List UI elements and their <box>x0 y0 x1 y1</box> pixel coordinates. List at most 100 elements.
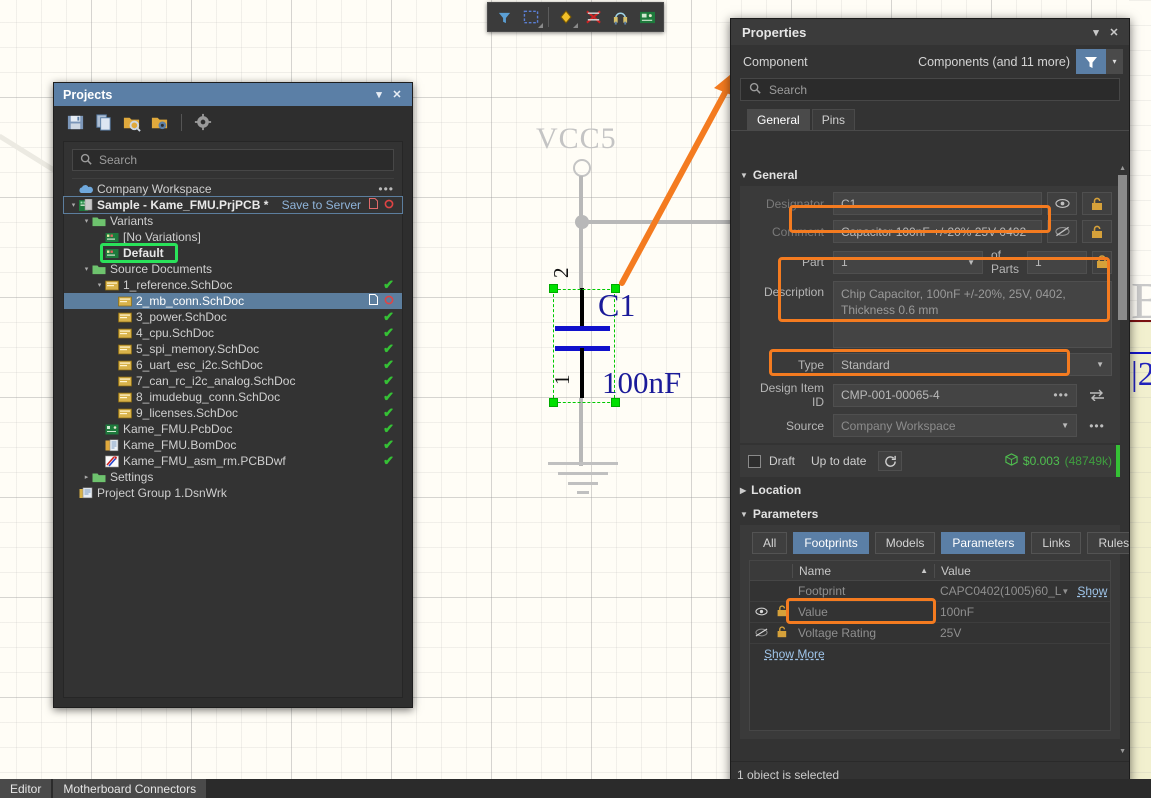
project-options-icon[interactable] <box>150 113 169 132</box>
component-value-label[interactable]: 100nF <box>602 365 681 401</box>
tree-item-project-group-1-dsnwrk[interactable]: Project Group 1.DsnWrk <box>64 485 402 501</box>
comment-field[interactable]: Capacitor 100nF +/-20% 25V 0402 <box>833 220 1042 243</box>
tree-item-default[interactable]: Default <box>64 243 402 263</box>
description-field[interactable]: Chip Capacitor, 100nF +/-20%, 25V, 0402,… <box>833 281 1112 348</box>
scroll-down-arrow-icon[interactable]: ▼ <box>1119 748 1126 755</box>
lock-open-icon[interactable] <box>772 604 792 620</box>
properties-scrollbar-thumb[interactable] <box>1118 175 1127 320</box>
chevron-down-icon[interactable]: ▾ <box>1106 49 1123 74</box>
parameters-section-header[interactable]: ▼ Parameters <box>731 501 1129 525</box>
col-value-header[interactable]: Value <box>934 563 1110 578</box>
tree-item-kame-fmu-pcbdoc[interactable]: Kame_FMU.PcbDoc ✔ <box>64 421 402 437</box>
eye-off-icon[interactable] <box>1047 220 1077 243</box>
floating-mini-toolbar[interactable] <box>487 2 664 32</box>
gear-icon[interactable] <box>194 113 213 132</box>
param-filter-rules[interactable]: Rules <box>1087 532 1129 554</box>
lock-open-icon[interactable] <box>1082 220 1112 243</box>
lock-closed-icon[interactable] <box>1092 250 1112 274</box>
general-section-header[interactable]: ▼ General <box>731 162 1129 186</box>
ellipsis-icon[interactable]: ••• <box>1082 414 1112 437</box>
eye-icon[interactable] <box>1047 192 1077 215</box>
tree-item-7-can-rc-i2c-analog-schdoc[interactable]: 7_can_rc_i2c_analog.SchDoc ✔ <box>64 373 402 389</box>
statusbar-item-motherboard-connectors[interactable]: Motherboard Connectors <box>53 779 207 798</box>
filter-icon[interactable] <box>491 5 517 29</box>
projects-toolbar[interactable] <box>54 106 412 139</box>
tab-pins[interactable]: Pins <box>811 109 856 130</box>
clear-net-icon[interactable] <box>580 5 606 29</box>
component-designator-label[interactable]: C1 <box>598 287 635 324</box>
type-select[interactable]: Standard ▼ <box>833 353 1112 376</box>
chevron-down-icon[interactable]: ▼ <box>1061 587 1069 596</box>
tree-item-kame-fmu-bomdoc[interactable]: Kame_FMU.BomDoc ✔ <box>64 437 402 453</box>
tree-item-sample-kame-fmu-prjpcb[interactable]: ▾ Sample - Kame_FMU.PrjPCB * Save to Serve… <box>63 196 403 214</box>
statusbar-item-editor[interactable]: Editor <box>0 779 52 798</box>
parameter-value-cell[interactable]: CAPC0402(1005)60_L ▼ Show <box>934 584 1115 598</box>
designator-field[interactable]: C1 <box>833 192 1042 215</box>
tree-expand-collapse-icon[interactable]: ▾ <box>81 265 92 273</box>
param-filter-footprints[interactable]: Footprints <box>793 532 869 554</box>
source-select[interactable]: Company Workspace ▼ <box>833 414 1077 437</box>
param-filter-parameters[interactable]: Parameters <box>941 532 1026 554</box>
net-connect-icon[interactable] <box>607 5 633 29</box>
capacitor-c1-symbol[interactable]: VCC5 2 1 C1 100nF <box>490 110 730 510</box>
param-filter-links[interactable]: Links <box>1031 532 1082 554</box>
design-item-id-field[interactable]: CMP-001-00065-4 ••• <box>833 383 1077 407</box>
projects-tree-container[interactable]: Search Company Workspace ••• ▾ Sample - Kam… <box>63 141 403 698</box>
param-filter-all[interactable]: All <box>752 532 788 554</box>
parameter-value-cell[interactable]: 100nF <box>934 605 1110 619</box>
tree-expand-collapse-icon[interactable]: ▾ <box>94 281 105 289</box>
part-select[interactable]: 1 ▼ <box>833 250 983 274</box>
tree-item-kame-fmu-asm-rm-pcbdwf[interactable]: Kame_FMU_asm_rm.PCBDwf ✔ <box>64 453 402 469</box>
tree-item-variants[interactable]: ▾ Variants <box>64 213 402 229</box>
tree-item-settings[interactable]: ▸ Settings <box>64 469 402 485</box>
scroll-up-arrow-icon[interactable]: ▲ <box>1119 165 1126 172</box>
filter-icon[interactable] <box>1076 49 1106 74</box>
location-section-header[interactable]: ▶ Location <box>731 477 1129 501</box>
tree-item-8-imudebug-conn-schdoc[interactable]: 8_imudebug_conn.SchDoc ✔ <box>64 389 402 405</box>
tree-item-3-power-schdoc[interactable]: 3_power.SchDoc ✔ <box>64 309 402 325</box>
parameter-row[interactable]: Voltage Rating 25V <box>750 623 1110 644</box>
selection-handle-bl[interactable] <box>549 398 558 407</box>
show-more-link[interactable]: Show More <box>750 644 825 661</box>
draft-checkbox[interactable] <box>748 454 761 468</box>
chevron-down-icon[interactable]: ▾ <box>1087 23 1105 41</box>
tree-item-source-documents[interactable]: ▾ Source Documents <box>64 261 402 277</box>
tree-item-6-uart-esc-i2c-schdoc[interactable]: 6_uart_esc_i2c.SchDoc ✔ <box>64 357 402 373</box>
lock-open-icon[interactable] <box>772 625 792 641</box>
show-link[interactable]: Show <box>1077 584 1107 598</box>
tree-item-2-mb-conn-schdoc[interactable]: 2_mb_conn.SchDoc <box>64 293 402 309</box>
tree-item-company-workspace[interactable]: Company Workspace ••• <box>64 181 402 197</box>
eye-icon[interactable] <box>750 605 772 619</box>
copy-icon[interactable] <box>94 113 113 132</box>
projects-panel[interactable]: Projects ▾ ✕ Search Company Workspace ••… <box>53 82 413 708</box>
tree-expand-icon[interactable]: ▸ <box>81 473 92 481</box>
tree-expand-collapse-icon[interactable]: ▾ <box>68 201 79 209</box>
eye-off-icon[interactable] <box>750 626 772 640</box>
col-name-header[interactable]: Name ▲ <box>792 563 934 578</box>
close-icon[interactable]: ✕ <box>388 86 406 104</box>
tree-item-5-spi-memory-schdoc[interactable]: 5_spi_memory.SchDoc ✔ <box>64 341 402 357</box>
close-icon[interactable]: ✕ <box>1105 23 1123 41</box>
chevron-down-icon[interactable]: ▾ <box>370 86 388 104</box>
refresh-icon[interactable] <box>878 451 903 471</box>
properties-scroll-area[interactable]: ▼ General Designator C1 Comment Capacito… <box>731 162 1129 760</box>
selection-rectangle-icon[interactable] <box>518 5 544 29</box>
tree-item-1-reference-schdoc[interactable]: ▾ 1_reference.SchDoc ✔ <box>64 277 402 293</box>
parameter-row[interactable]: Value 100nF <box>750 602 1110 623</box>
tab-general[interactable]: General <box>747 109 810 130</box>
tree-expand-collapse-icon[interactable]: ▾ <box>81 217 92 225</box>
tree-item-more-icon[interactable]: ••• <box>378 182 394 196</box>
save-to-server-link[interactable]: Save to Server <box>282 198 361 212</box>
tree-item-9-licenses-schdoc[interactable]: 9_licenses.SchDoc ✔ <box>64 405 402 421</box>
search-input[interactable]: Search <box>72 149 394 171</box>
pcb-board-icon[interactable] <box>634 5 660 29</box>
properties-panel[interactable]: Properties ▾ ✕ Component Components (and… <box>730 18 1130 788</box>
tree-item-4-cpu-schdoc[interactable]: 4_cpu.SchDoc ✔ <box>64 325 402 341</box>
param-filter-models[interactable]: Models <box>874 532 936 554</box>
selection-handle-tl[interactable] <box>549 284 558 293</box>
parameter-value-cell[interactable]: 25V <box>934 626 1110 640</box>
open-project-icon[interactable] <box>122 113 141 132</box>
swap-icon[interactable] <box>1082 384 1112 407</box>
parameter-row[interactable]: Footprint CAPC0402(1005)60_L ▼ Show <box>750 581 1110 602</box>
place-part-icon[interactable] <box>553 5 579 29</box>
